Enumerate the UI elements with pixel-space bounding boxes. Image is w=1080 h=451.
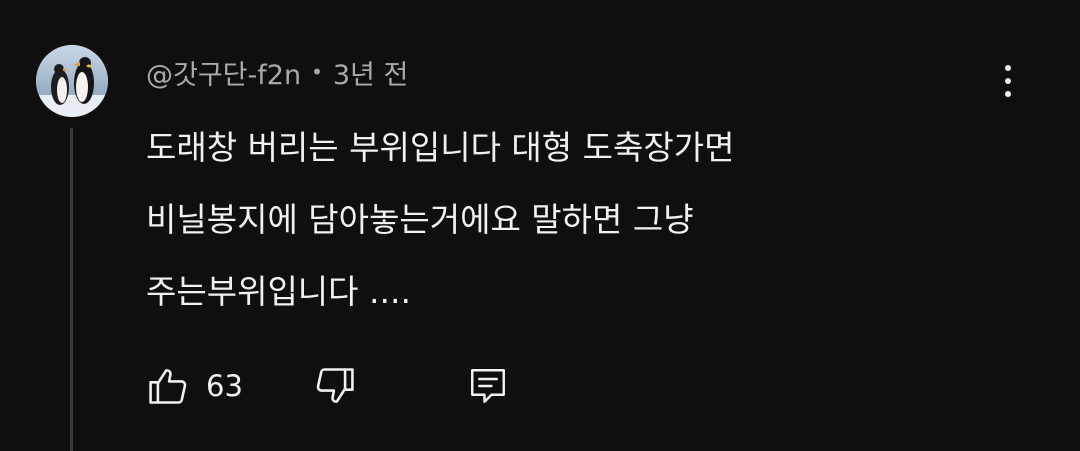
- more-vert-icon-dot: [1005, 78, 1011, 84]
- more-vert-icon-dot: [1005, 91, 1011, 97]
- comment-timestamp[interactable]: 3년 전: [333, 53, 408, 92]
- comment-reply-icon: [470, 369, 505, 403]
- comment-text: 도래창 버리는 부위입니다 대형 도축장가면 비닐봉지에 담아놓는거에요 말하면…: [146, 112, 966, 328]
- reply-button[interactable]: [467, 364, 509, 408]
- more-options-button[interactable]: [988, 56, 1028, 106]
- like-count: 63: [206, 369, 243, 403]
- comment-line: 도래창 버리는 부위입니다 대형 도축장가면: [146, 128, 735, 167]
- thumbs-up-icon: [149, 369, 187, 404]
- penguin-icon: [36, 45, 108, 117]
- comment-actions: 63: [146, 360, 509, 412]
- author-handle[interactable]: @갓구단-f2n: [146, 53, 301, 92]
- like-button[interactable]: 63: [146, 364, 243, 408]
- more-vert-icon: [1005, 65, 1011, 71]
- comment-line: 주는부위입니다 ....: [146, 272, 411, 311]
- avatar[interactable]: [36, 45, 108, 117]
- comment-header: @갓구단-f2n • 3년 전: [146, 52, 408, 92]
- meta-separator: •: [311, 60, 323, 84]
- thread-line: [70, 128, 73, 451]
- dislike-button[interactable]: [313, 364, 357, 408]
- thumbs-down-icon: [316, 368, 354, 403]
- comment-card: @갓구단-f2n • 3년 전 도래창 버리는 부위입니다 대형 도축장가면 비…: [0, 0, 1080, 451]
- comment-line: 비닐봉지에 담아놓는거에요 말하면 그냥: [146, 200, 694, 239]
